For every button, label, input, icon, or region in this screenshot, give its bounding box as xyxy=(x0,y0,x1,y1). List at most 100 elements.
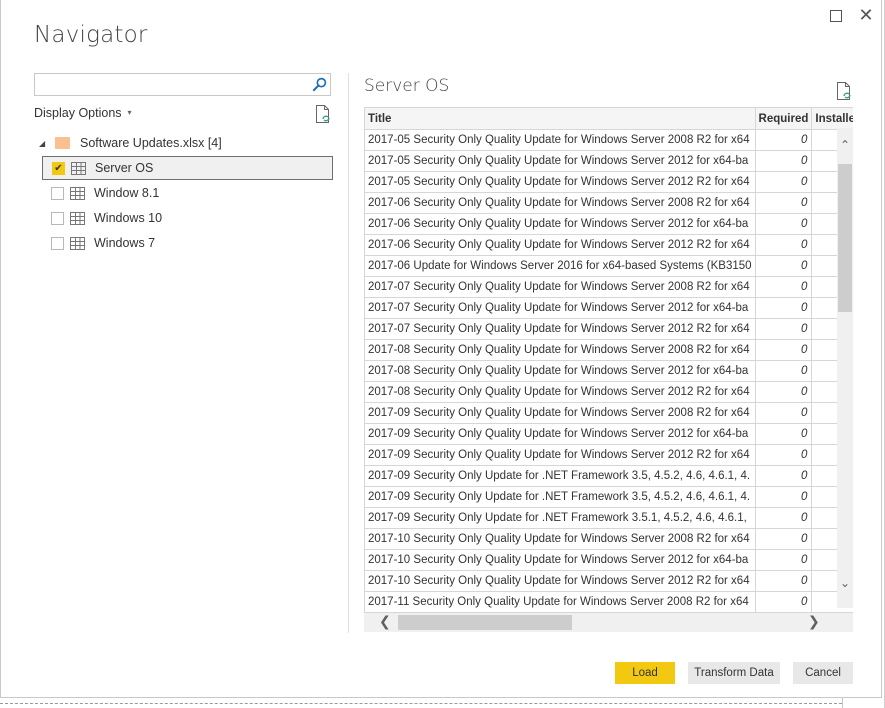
search-box[interactable] xyxy=(34,73,331,96)
data-preview-grid: Title Required Installed 2017-05 Securit… xyxy=(364,107,853,632)
cell-required: 0 xyxy=(754,549,813,571)
horizontal-scrollbar[interactable]: ❮ ❯ xyxy=(364,613,853,632)
scroll-down-icon[interactable]: ⌄ xyxy=(837,576,853,590)
scroll-up-icon[interactable]: ⌃ xyxy=(837,138,853,152)
table-row[interactable]: 2017-09 Security Only Update for .NET Fr… xyxy=(364,465,853,487)
table-row[interactable]: 2017-09 Security Only Quality Update for… xyxy=(364,402,853,424)
column-header-required[interactable]: Required xyxy=(754,107,813,130)
table-row[interactable]: 2017-07 Security Only Quality Update for… xyxy=(364,297,853,319)
cell-title: 2017-06 Update for Windows Server 2016 f… xyxy=(364,255,756,277)
cell-required: 0 xyxy=(754,129,813,151)
horizontal-scroll-thumb[interactable] xyxy=(398,615,572,630)
cell-title: 2017-05 Security Only Quality Update for… xyxy=(364,129,756,151)
chevron-down-icon: ▾ xyxy=(127,108,132,117)
cell-required: 0 xyxy=(754,339,813,361)
cell-required: 0 xyxy=(754,381,813,403)
table-row[interactable]: 2017-10 Security Only Quality Update for… xyxy=(364,549,853,571)
display-options-dropdown[interactable]: Display Options ▾ xyxy=(34,106,132,120)
search-input[interactable] xyxy=(35,74,313,96)
cell-title: 2017-10 Security Only Quality Update for… xyxy=(364,528,756,550)
cell-required: 0 xyxy=(754,591,813,613)
table-row[interactable]: 2017-08 Security Only Quality Update for… xyxy=(364,360,853,382)
scroll-left-icon[interactable]: ❮ xyxy=(379,613,391,632)
cancel-button[interactable]: Cancel xyxy=(793,662,853,684)
table-row[interactable]: 2017-08 Security Only Quality Update for… xyxy=(364,381,853,403)
cell-required: 0 xyxy=(754,486,813,508)
cell-title: 2017-05 Security Only Quality Update for… xyxy=(364,171,756,193)
cell-required: 0 xyxy=(754,171,813,193)
preview-title: Server OS xyxy=(364,76,450,96)
checkbox-windows-10[interactable] xyxy=(51,211,64,225)
table-icon xyxy=(71,161,86,175)
tree-item-label: Windows 7 xyxy=(94,236,156,250)
vertical-scrollbar[interactable]: ⌃ ⌄ xyxy=(837,128,853,608)
checkbox-server-os[interactable]: ✔ xyxy=(52,161,65,175)
cell-title: 2017-08 Security Only Quality Update for… xyxy=(364,381,756,403)
cell-title: 2017-10 Security Only Quality Update for… xyxy=(364,549,756,571)
transform-data-button[interactable]: Transform Data xyxy=(688,662,780,684)
table-row[interactable]: 2017-05 Security Only Quality Update for… xyxy=(364,150,853,172)
cell-required: 0 xyxy=(754,528,813,550)
tree-item-window-8-1[interactable]: Window 8.1 xyxy=(42,181,333,205)
close-button[interactable]: ✕ xyxy=(858,5,874,26)
load-button[interactable]: Load xyxy=(615,662,675,684)
close-icon: ✕ xyxy=(858,5,874,26)
cell-required: 0 xyxy=(754,360,813,382)
tree-root-label: Software Updates.xlsx [4] xyxy=(80,136,222,150)
expand-icon[interactable]: ◢ xyxy=(39,139,49,148)
table-row[interactable]: 2017-06 Security Only Quality Update for… xyxy=(364,213,853,235)
window-edge-marker xyxy=(842,697,843,708)
cell-title: 2017-11 Security Only Quality Update for… xyxy=(364,591,756,613)
table-row[interactable]: 2017-09 Security Only Quality Update for… xyxy=(364,423,853,445)
refresh-file-icon[interactable] xyxy=(315,104,331,124)
table-row[interactable]: 2017-10 Security Only Quality Update for… xyxy=(364,528,853,550)
table-row[interactable]: 2017-10 Security Only Quality Update for… xyxy=(364,570,853,592)
tree-item-windows-10[interactable]: Windows 10 xyxy=(42,206,333,230)
cell-title: 2017-09 Security Only Quality Update for… xyxy=(364,444,756,466)
cell-title: 2017-07 Security Only Quality Update for… xyxy=(364,276,756,298)
table-row[interactable]: 2017-06 Security Only Quality Update for… xyxy=(364,234,853,256)
tree-item-windows-7[interactable]: Windows 7 xyxy=(42,231,333,255)
maximize-icon xyxy=(830,10,842,22)
taskbar-edge xyxy=(0,703,842,704)
maximize-button[interactable] xyxy=(828,8,844,24)
table-row[interactable]: 2017-05 Security Only Quality Update for… xyxy=(364,171,853,193)
tree-item-server-os[interactable]: ✔ Server OS xyxy=(42,156,333,180)
table-row[interactable]: 2017-11 Security Only Quality Update for… xyxy=(364,591,853,613)
cell-required: 0 xyxy=(754,507,813,529)
table-row[interactable]: 2017-08 Security Only Quality Update for… xyxy=(364,339,853,361)
refresh-file-icon[interactable] xyxy=(836,81,852,101)
scroll-right-icon[interactable]: ❯ xyxy=(808,613,820,632)
cell-required: 0 xyxy=(754,570,813,592)
cell-required: 0 xyxy=(754,192,813,214)
cell-required: 0 xyxy=(754,318,813,340)
navigator-dialog: Navigator ✕ Display Options ▾ ◢ Software … xyxy=(0,0,882,698)
cell-required: 0 xyxy=(754,150,813,172)
cell-required: 0 xyxy=(754,213,813,235)
cell-title: 2017-10 Security Only Quality Update for… xyxy=(364,570,756,592)
check-icon: ✔ xyxy=(54,162,63,174)
tree-item-label: Server OS xyxy=(95,161,154,175)
vertical-scroll-thumb[interactable] xyxy=(838,164,852,312)
table-row[interactable]: 2017-06 Update for Windows Server 2016 f… xyxy=(364,255,853,277)
cell-required: 0 xyxy=(754,465,813,487)
table-row[interactable]: 2017-05 Security Only Quality Update for… xyxy=(364,129,853,151)
tree-item-label: Windows 10 xyxy=(94,211,163,225)
table-row[interactable]: 2017-09 Security Only Update for .NET Fr… xyxy=(364,486,853,508)
tree-root-workbook[interactable]: ◢ Software Updates.xlsx [4] xyxy=(34,133,222,153)
column-header-title[interactable]: Title xyxy=(364,107,756,130)
table-icon xyxy=(70,211,85,225)
table-row[interactable]: 2017-06 Security Only Quality Update for… xyxy=(364,192,853,214)
table-row[interactable]: 2017-07 Security Only Quality Update for… xyxy=(364,318,853,340)
checkbox-window-8-1[interactable] xyxy=(51,186,64,200)
checkbox-windows-7[interactable] xyxy=(51,236,64,250)
cell-required: 0 xyxy=(754,234,813,256)
table-row[interactable]: 2017-09 Security Only Update for .NET Fr… xyxy=(364,507,853,529)
column-header-installed[interactable]: Installed xyxy=(811,107,853,130)
table-row[interactable]: 2017-07 Security Only Quality Update for… xyxy=(364,276,853,298)
cell-title: 2017-06 Security Only Quality Update for… xyxy=(364,234,756,256)
search-icon[interactable] xyxy=(312,77,327,92)
dialog-title: Navigator xyxy=(34,22,148,48)
cell-title: 2017-09 Security Only Update for .NET Fr… xyxy=(364,486,756,508)
table-row[interactable]: 2017-09 Security Only Quality Update for… xyxy=(364,444,853,466)
